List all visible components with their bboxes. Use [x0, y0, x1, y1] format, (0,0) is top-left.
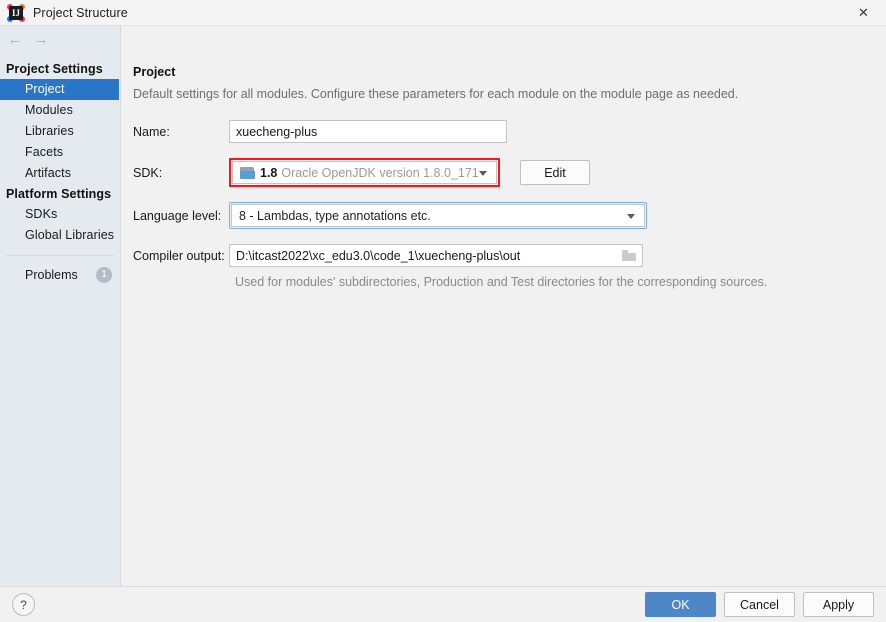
sdk-highlight-box: 1.8 Oracle OpenJDK version 1.8.0_171: [229, 158, 500, 187]
project-name-input[interactable]: xuecheng-plus: [229, 120, 507, 143]
sidebar-item-problems-label: Problems: [25, 268, 78, 282]
window-title: Project Structure: [33, 5, 128, 20]
chevron-down-icon[interactable]: [479, 170, 487, 176]
sidebar-item-facets[interactable]: Facets: [0, 142, 120, 163]
compiler-output-input[interactable]: D:\itcast2022\xc_edu3.0\code_1\xuecheng-…: [229, 244, 643, 267]
sidebar-divider: [6, 255, 114, 256]
problems-count-badge: 1: [96, 267, 112, 283]
language-level-focus-ring: 8 - Lambdas, type annotations etc.: [229, 202, 647, 229]
name-label: Name:: [133, 124, 170, 139]
sidebar-item-sdks[interactable]: SDKs: [0, 204, 120, 225]
ok-button[interactable]: OK: [645, 592, 716, 617]
project-settings-panel: Project Default settings for all modules…: [121, 53, 886, 586]
navigation-buttons: ← →: [0, 26, 121, 53]
compiler-output-value: D:\itcast2022\xc_edu3.0\code_1\xuecheng-…: [236, 248, 521, 263]
compiler-output-row: Compiler output: D:\itcast2022\xc_edu3.0…: [133, 244, 886, 267]
sdk-row: SDK: 1.8 Oracle OpenJDK version 1.8.0_17…: [133, 158, 886, 187]
sidebar-item-modules[interactable]: Modules: [0, 100, 120, 121]
browse-folder-button[interactable]: [616, 245, 642, 266]
sidebar-item-libraries[interactable]: Libraries: [0, 121, 120, 142]
language-level-label: Language level:: [133, 208, 222, 223]
language-level-value: 8 - Lambdas, type annotations etc.: [239, 208, 431, 223]
sidebar-item-artifacts[interactable]: Artifacts: [0, 163, 120, 184]
navigation-strip-filler: [121, 26, 886, 53]
sdk-version: 1.8: [260, 165, 278, 180]
dialog-footer: ? OK Cancel Apply: [0, 586, 886, 622]
help-button[interactable]: ?: [12, 593, 35, 616]
compiler-output-hint: Used for modules' subdirectories, Produc…: [235, 275, 768, 289]
intellij-idea-icon: IJ: [7, 3, 25, 22]
sidebar-item-global-libraries[interactable]: Global Libraries: [0, 225, 120, 246]
chevron-down-icon[interactable]: [627, 213, 635, 219]
back-arrow-icon[interactable]: ←: [2, 32, 28, 47]
sidebar-item-problems[interactable]: Problems 1: [0, 264, 120, 286]
sdk-label: SDK:: [133, 165, 163, 180]
sidebar-group-project-settings: Project Settings: [6, 62, 103, 76]
forward-arrow-icon[interactable]: →: [28, 32, 54, 47]
page-title: Project: [133, 65, 176, 79]
cancel-button[interactable]: Cancel: [724, 592, 795, 617]
sidebar-item-project[interactable]: Project: [0, 79, 119, 100]
apply-button[interactable]: Apply: [803, 592, 874, 617]
close-icon[interactable]: ✕: [841, 0, 886, 25]
sidebar-group-platform-settings: Platform Settings: [6, 187, 112, 201]
folder-icon: [622, 250, 636, 261]
dialog-body: Project Settings Project Modules Librari…: [0, 53, 886, 586]
language-level-combo[interactable]: 8 - Lambdas, type annotations etc.: [231, 204, 645, 227]
name-row: Name: xuecheng-plus: [133, 120, 886, 143]
sdk-description: Oracle OpenJDK version 1.8.0_171: [281, 165, 479, 180]
project-structure-dialog: IJ Project Structure ✕ ← → Project Setti…: [0, 0, 886, 622]
page-description: Default settings for all modules. Config…: [133, 87, 739, 101]
settings-sidebar: Project Settings Project Modules Librari…: [0, 53, 121, 586]
language-level-row: Language level: 8 - Lambdas, type annota…: [133, 202, 886, 229]
sdk-library-icon: [240, 166, 255, 179]
compiler-output-label: Compiler output:: [133, 248, 225, 263]
navigation-strip: ← →: [0, 26, 886, 53]
title-bar: IJ Project Structure ✕: [0, 0, 886, 26]
edit-sdk-button[interactable]: Edit: [520, 160, 590, 185]
sdk-combo[interactable]: 1.8 Oracle OpenJDK version 1.8.0_171: [232, 161, 497, 184]
